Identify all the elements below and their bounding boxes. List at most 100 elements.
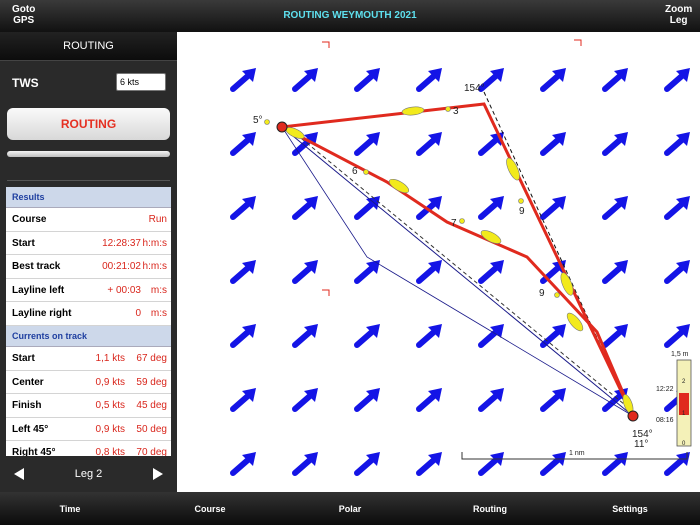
start-angle-label: 5° — [253, 115, 263, 126]
current-arrow-icon — [419, 260, 442, 281]
current-arrow-icon — [667, 132, 690, 153]
current-arrow-icon — [605, 196, 628, 217]
current-label: Finish — [12, 400, 42, 412]
layline-left — [281, 126, 634, 417]
current-arrow-icon — [295, 452, 318, 473]
current-arrow-icon — [667, 68, 690, 89]
current-label: Center — [12, 376, 44, 388]
tab-settings[interactable]: Settings — [590, 504, 670, 514]
current-arrow-icon — [419, 324, 442, 345]
chart-canvas: 5° 154° 154° 11° 3 6 7 9 9 1 nm 1,5 m 2 … — [177, 39, 700, 492]
mark-number: 9 — [539, 288, 545, 299]
current-label: Left 45° — [12, 423, 49, 435]
current-arrow-icon — [481, 388, 504, 409]
results-header: Results — [6, 187, 171, 208]
current-direction: 67 deg — [136, 352, 167, 364]
tab-polar[interactable]: Polar — [310, 504, 390, 514]
current-arrow-icon — [543, 68, 566, 89]
current-arrow-icon — [233, 132, 256, 153]
leg-navigator: Leg 2 — [0, 456, 177, 492]
tide-height-label: 1,5 m — [671, 351, 689, 358]
rhumb-line — [284, 124, 637, 415]
result-row-course: Course Run — [6, 208, 171, 232]
current-arrow-icon — [295, 68, 318, 89]
current-arrow-icon — [667, 260, 690, 281]
current-arrow-icon — [233, 260, 256, 281]
routing-button[interactable]: ROUTING — [7, 108, 170, 140]
current-arrow-icon — [543, 132, 566, 153]
result-unit: h:m:s — [142, 261, 167, 273]
current-arrow-icon — [543, 324, 566, 345]
current-arrow-icon — [357, 132, 380, 153]
results-panel: Results Course Run Start 12:28:37 h:m:s … — [6, 187, 171, 465]
tws-input[interactable] — [116, 73, 166, 91]
tws-row: TWS — [0, 68, 177, 98]
current-arrow-icon — [481, 260, 504, 281]
current-arrow-icon — [605, 324, 628, 345]
current-arrow-icon — [233, 388, 256, 409]
current-row-start: Start 1,1 kts 67 deg — [6, 346, 171, 371]
current-direction: 45 deg — [136, 400, 167, 412]
tab-time[interactable]: Time — [30, 504, 110, 514]
result-label: Best track — [12, 261, 61, 273]
result-label: Layline left — [12, 284, 65, 296]
current-arrow-icon — [667, 196, 690, 217]
result-unit: m:s — [150, 308, 167, 320]
route-alternative — [281, 102, 635, 417]
result-value: + 00:03 — [107, 284, 141, 296]
tws-label: TWS — [12, 76, 39, 90]
current-arrow-icon — [481, 132, 504, 153]
current-direction: 50 deg — [136, 423, 167, 435]
mark-corner — [322, 289, 330, 296]
zoom-leg-button[interactable]: Zoom Leg — [665, 4, 692, 26]
tab-course[interactable]: Course — [170, 504, 250, 514]
current-direction: 59 deg — [136, 376, 167, 388]
current-arrow-icon — [233, 452, 256, 473]
result-row-best-track: Best track 00:21:02 h:m:s — [6, 255, 171, 279]
current-arrow-icon — [543, 196, 566, 217]
divider — [7, 180, 170, 181]
sidebar-title: ROUTING — [0, 32, 177, 61]
chart-map[interactable]: 5° 154° 154° 11° 3 6 7 9 9 1 nm 1,5 m 2 … — [177, 32, 700, 492]
tab-routing[interactable]: Routing — [450, 504, 530, 514]
current-row-finish: Finish 0,5 kts 45 deg — [6, 394, 171, 418]
current-speed: 0,9 kts — [95, 423, 125, 435]
tide-time-label: 12:22 — [656, 386, 674, 393]
result-value: 0 — [135, 308, 141, 320]
zoom-leg-line2: Leg — [669, 15, 688, 26]
routing-sidebar: ROUTING TWS ROUTING Results Course Run S… — [0, 32, 177, 492]
top-angle-label: 154° — [464, 83, 485, 94]
current-row-left-45: Left 45° 0,9 kts 50 deg — [6, 417, 171, 442]
current-arrow-icon — [357, 388, 380, 409]
bottom-tabbar: Time Course Polar Routing Settings — [0, 492, 700, 525]
finish-mark — [627, 410, 639, 422]
current-arrow-icon — [295, 196, 318, 217]
result-unit: h:m:s — [142, 237, 167, 249]
mark-corner — [322, 41, 330, 48]
current-arrow-icon — [543, 388, 566, 409]
current-arrow-icon — [357, 324, 380, 345]
finish-angle2-label: 11° — [634, 439, 648, 450]
scale-label: 1 nm — [569, 450, 585, 457]
result-value: Run — [148, 214, 167, 225]
zoom-leg-line1: Zoom — [665, 4, 693, 15]
current-arrow-icon — [419, 388, 442, 409]
current-arrow-icon — [419, 132, 442, 153]
result-row-start: Start 12:28:37 h:m:s — [6, 231, 171, 256]
mark-number: 6 — [352, 166, 358, 177]
current-arrow-icon — [605, 68, 628, 89]
start-mark — [276, 121, 288, 133]
result-row-layline-left: Layline left + 00:03 m:s — [6, 278, 171, 303]
current-row-center: Center 0,9 kts 59 deg — [6, 370, 171, 395]
next-leg-arrow-icon[interactable] — [153, 468, 163, 480]
current-arrow-icon — [233, 68, 256, 89]
app-title: ROUTING WEYMOUTH 2021 — [283, 10, 417, 21]
mark-number: 9 — [519, 206, 525, 217]
current-arrow-icon — [357, 196, 380, 217]
current-arrow-icon — [605, 132, 628, 153]
result-value: 12:28:37 — [102, 237, 141, 249]
current-arrow-icon — [357, 68, 380, 89]
result-label: Course — [12, 214, 47, 225]
result-label: Start — [12, 237, 35, 249]
current-speed: 0,9 kts — [95, 376, 125, 388]
